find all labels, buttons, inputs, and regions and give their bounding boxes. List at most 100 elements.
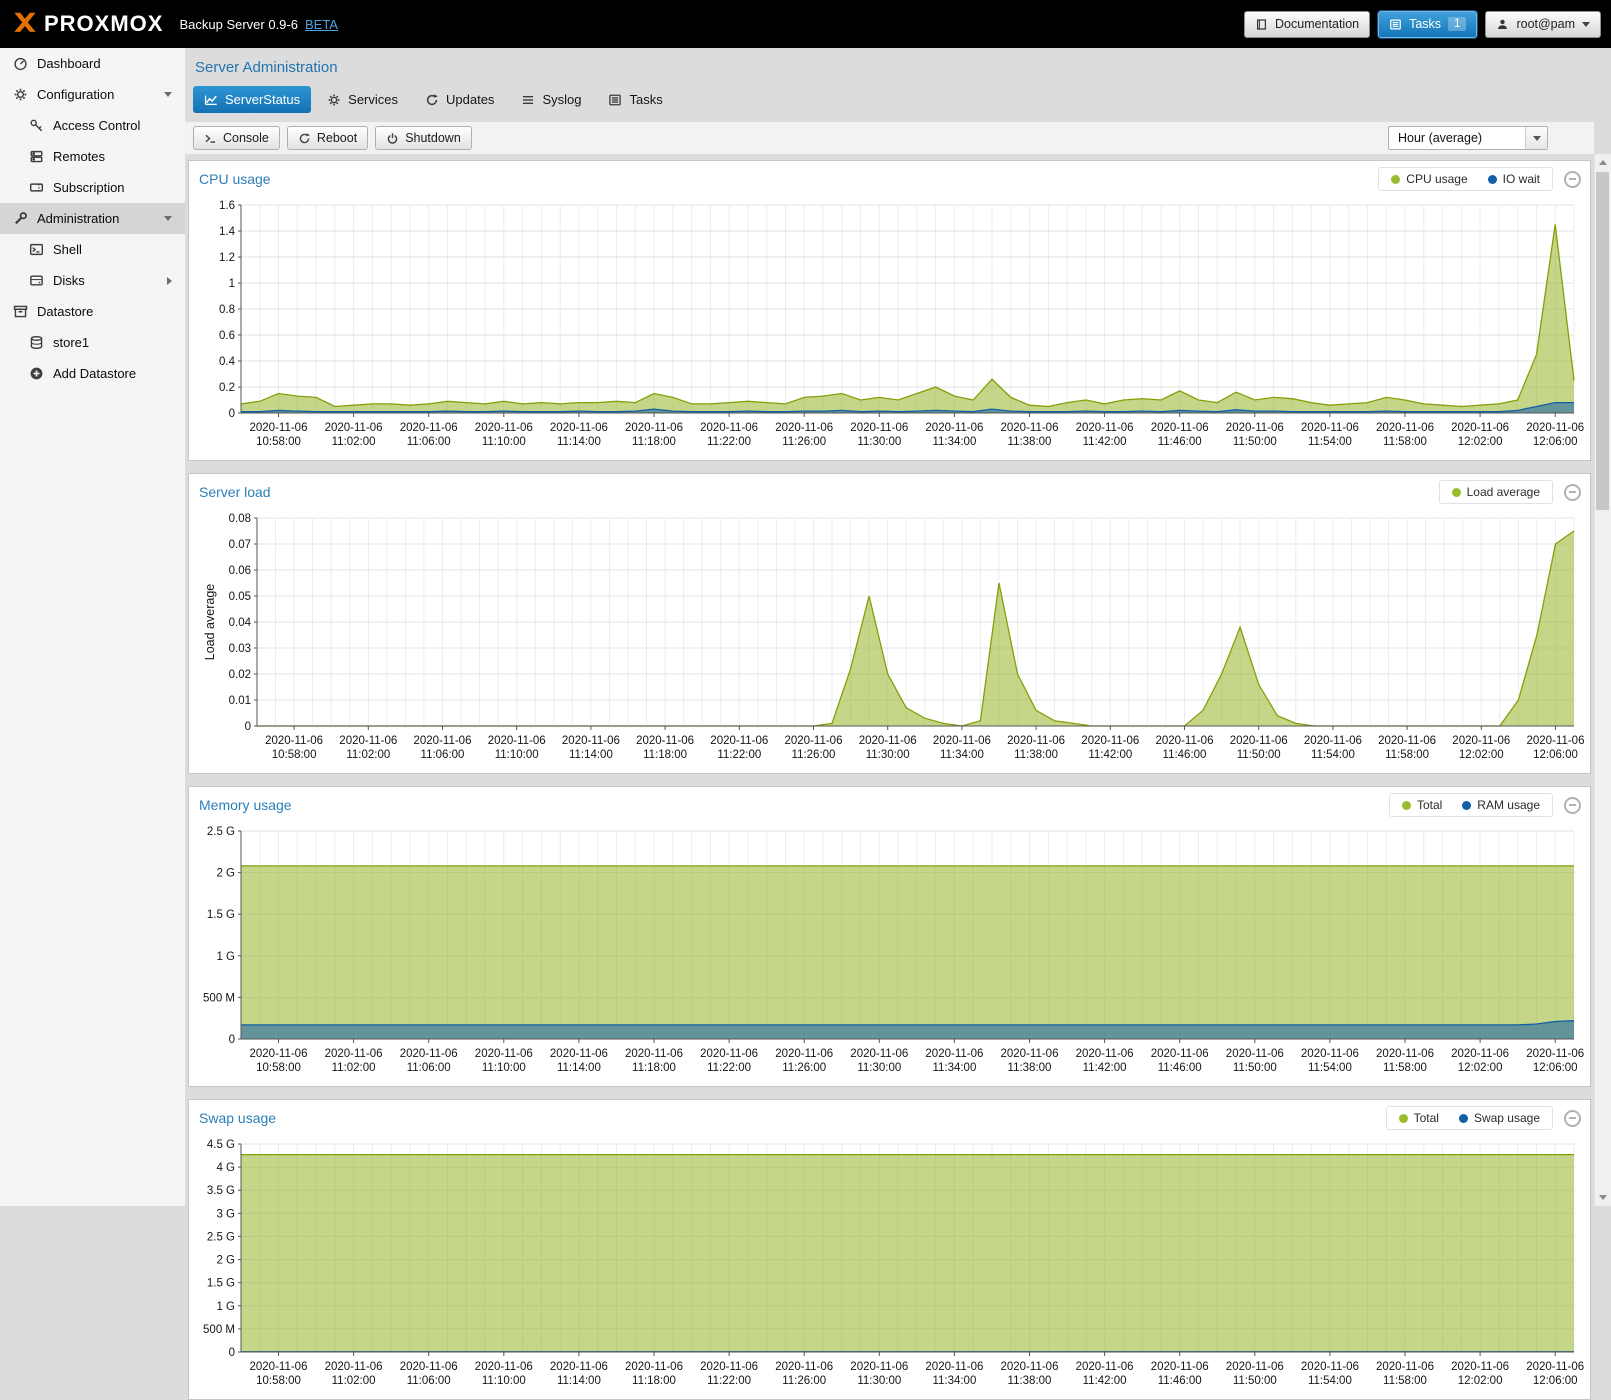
svg-text:11:22:00: 11:22:00 <box>707 1062 751 1074</box>
svg-text:2020-11-06: 2020-11-06 <box>1376 1048 1434 1060</box>
svg-text:2020-11-06: 2020-11-06 <box>550 1048 608 1060</box>
svg-text:2020-11-06: 2020-11-06 <box>1001 1048 1059 1060</box>
sidebar-item-subscription[interactable]: Subscription <box>0 172 185 203</box>
user-menu-button[interactable]: root@pam <box>1485 11 1601 38</box>
toolbar-button-label: Reboot <box>317 131 357 145</box>
brand-name: PROXMOX <box>44 11 163 37</box>
svg-text:0.04: 0.04 <box>229 617 252 629</box>
beta-link[interactable]: BETA <box>305 17 338 32</box>
svg-text:1 G: 1 G <box>216 1301 235 1313</box>
collapse-panel-button[interactable] <box>1564 484 1581 501</box>
svg-text:2020-11-06: 2020-11-06 <box>1226 422 1284 434</box>
svg-text:2020-11-06: 2020-11-06 <box>1226 1048 1284 1060</box>
archive-icon <box>13 304 28 319</box>
sidebar-item-label: Add Datastore <box>53 366 136 381</box>
svg-text:2020-11-06: 2020-11-06 <box>1156 735 1214 747</box>
shutdown-button[interactable]: Shutdown <box>375 126 472 150</box>
svg-text:0.03: 0.03 <box>229 643 251 655</box>
tasklist-icon <box>1389 18 1402 31</box>
svg-text:2020-11-06: 2020-11-06 <box>550 1361 608 1373</box>
gears-icon <box>13 87 28 102</box>
tab-services[interactable]: Services <box>316 86 409 113</box>
panel-header: Memory usage Total RAM usage <box>189 787 1590 821</box>
tasks-button[interactable]: Tasks 1 <box>1378 11 1477 38</box>
user-label: root@pam <box>1516 17 1575 31</box>
tab-syslog[interactable]: Syslog <box>510 86 592 113</box>
svg-text:11:14:00: 11:14:00 <box>557 1062 601 1074</box>
panel-cpu-usage: CPU usage CPU usage IO wait 00.20.40.60.… <box>188 160 1591 461</box>
sidebar-item-shell[interactable]: Shell <box>0 234 185 265</box>
legend-dot <box>1488 175 1497 184</box>
svg-text:11:26:00: 11:26:00 <box>782 1062 826 1074</box>
sidebar-item-administration[interactable]: Administration <box>0 203 185 234</box>
svg-text:2020-11-06: 2020-11-06 <box>1001 1361 1059 1373</box>
sidebar-item-remotes[interactable]: Remotes <box>0 141 185 172</box>
svg-text:11:26:00: 11:26:00 <box>792 749 836 761</box>
svg-text:2020-11-06: 2020-11-06 <box>1151 1048 1209 1060</box>
select-trigger[interactable] <box>1525 127 1547 149</box>
svg-text:2020-11-06: 2020-11-06 <box>250 1048 308 1060</box>
scrollbar-thumb[interactable] <box>1596 172 1609 510</box>
svg-text:11:02:00: 11:02:00 <box>332 436 376 448</box>
tab-tasks[interactable]: Tasks <box>597 86 673 113</box>
legend-label: Total <box>1417 798 1442 812</box>
svg-text:2020-11-06: 2020-11-06 <box>700 422 758 434</box>
scroll-down-button[interactable] <box>1595 1189 1611 1206</box>
collapse-panel-button[interactable] <box>1564 1110 1581 1127</box>
chevron-down-icon <box>164 216 172 221</box>
sidebar-item-label: Subscription <box>53 180 125 195</box>
svg-text:2020-11-06: 2020-11-06 <box>414 735 472 747</box>
terminal-icon <box>29 242 44 257</box>
collapse-panel-button[interactable] <box>1564 171 1581 188</box>
tab-serverstatus[interactable]: ServerStatus <box>193 86 311 113</box>
legend-label: Swap usage <box>1474 1111 1540 1125</box>
svg-text:0.02: 0.02 <box>229 669 251 681</box>
svg-text:2020-11-06: 2020-11-06 <box>1378 735 1436 747</box>
reboot-button[interactable]: Reboot <box>287 126 368 150</box>
reboot-icon <box>298 132 311 145</box>
documentation-button[interactable]: Documentation <box>1244 11 1370 38</box>
svg-text:11:10:00: 11:10:00 <box>482 1062 526 1074</box>
sidebar-item-disks[interactable]: Disks <box>0 265 185 296</box>
sidebar-item-datastore[interactable]: Datastore <box>0 296 185 327</box>
svg-text:2020-11-06: 2020-11-06 <box>1526 1361 1584 1373</box>
svg-text:2020-11-06: 2020-11-06 <box>250 1361 308 1373</box>
svg-text:2020-11-06: 2020-11-06 <box>775 1361 833 1373</box>
svg-text:11:50:00: 11:50:00 <box>1237 749 1281 761</box>
tab-updates[interactable]: Updates <box>414 86 505 113</box>
svg-text:2020-11-06: 2020-11-06 <box>625 422 683 434</box>
chart-canvas: 0500 M1 G1.5 G2 G2.5 G3 G3.5 G4 G4.5 G20… <box>195 1134 1584 1392</box>
scroll-up-button[interactable] <box>1595 154 1611 171</box>
svg-text:0.08: 0.08 <box>229 513 251 525</box>
svg-text:11:30:00: 11:30:00 <box>866 749 910 761</box>
svg-text:11:02:00: 11:02:00 <box>346 749 390 761</box>
svg-text:10:58:00: 10:58:00 <box>272 749 317 761</box>
tasks-count-badge: 1 <box>1448 17 1466 31</box>
vertical-scrollbar[interactable] <box>1594 154 1611 1206</box>
svg-text:2020-11-06: 2020-11-06 <box>1076 1048 1134 1060</box>
sidebar-item-store1[interactable]: store1 <box>0 327 185 358</box>
legend-item-io-wait: IO wait <box>1488 172 1540 186</box>
svg-text:2020-11-06: 2020-11-06 <box>1151 422 1209 434</box>
svg-text:2020-11-06: 2020-11-06 <box>475 1361 533 1373</box>
sidebar-item-access-control[interactable]: Access Control <box>0 110 185 141</box>
sidebar-item-label: Remotes <box>53 149 105 164</box>
sidebar-item-add-datastore[interactable]: Add Datastore <box>0 358 185 389</box>
svg-text:2020-11-06: 2020-11-06 <box>1526 422 1584 434</box>
svg-text:2020-11-06: 2020-11-06 <box>775 422 833 434</box>
svg-text:10:58:00: 10:58:00 <box>256 1375 301 1387</box>
time-range-select[interactable]: Hour (average) <box>1388 126 1548 150</box>
svg-text:11:38:00: 11:38:00 <box>1014 749 1058 761</box>
svg-text:2020-11-06: 2020-11-06 <box>636 735 694 747</box>
console-button[interactable]: Console <box>193 126 280 150</box>
user-icon <box>1496 18 1509 31</box>
svg-text:11:42:00: 11:42:00 <box>1083 1375 1127 1387</box>
sidebar-item-dashboard[interactable]: Dashboard <box>0 48 185 79</box>
sidebar-item-configuration[interactable]: Configuration <box>0 79 185 110</box>
svg-text:2020-11-06: 2020-11-06 <box>475 422 533 434</box>
svg-text:11:46:00: 11:46:00 <box>1158 1375 1202 1387</box>
svg-text:2020-11-06: 2020-11-06 <box>700 1048 758 1060</box>
svg-text:11:46:00: 11:46:00 <box>1158 1062 1202 1074</box>
collapse-panel-button[interactable] <box>1564 797 1581 814</box>
minus-icon <box>1569 1117 1576 1119</box>
